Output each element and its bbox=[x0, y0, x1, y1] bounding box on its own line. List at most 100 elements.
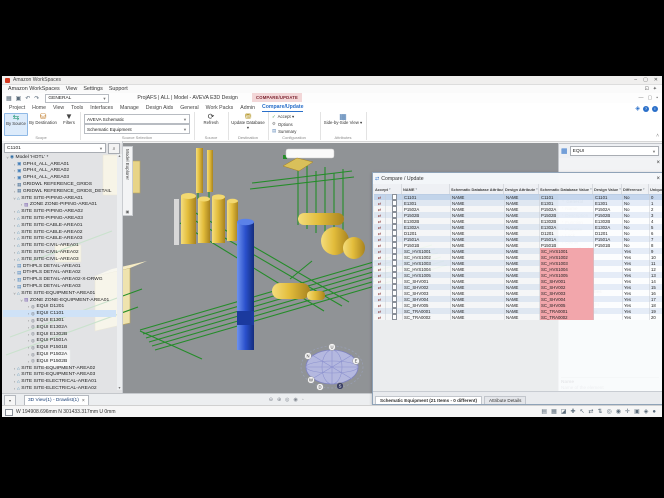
column-header-accept[interactable]: Accept▾ bbox=[374, 184, 402, 194]
workspace-status-icon[interactable]: ✦ bbox=[653, 86, 657, 92]
tree-item-site-site-cable-area01[interactable]: ›⌂SITE SITE-CABLE-AREA01 bbox=[3, 222, 116, 229]
checkbox[interactable] bbox=[392, 272, 398, 278]
tree-item-site-site-cable-area02[interactable]: ›⌂SITE SITE-CABLE-AREA02 bbox=[3, 229, 116, 236]
select-icon[interactable]: ↖ bbox=[579, 409, 584, 415]
tree-item-zone-zone-equipment-area01[interactable]: ˅▨ZONE ZONE-EQUIPMENT-AREA01 bbox=[3, 297, 116, 304]
search-input[interactable]: C1101▼ bbox=[4, 143, 106, 153]
tab-design-aids[interactable]: Design Aids bbox=[146, 105, 173, 112]
checkbox[interactable] bbox=[392, 302, 398, 308]
checkbox[interactable] bbox=[392, 296, 398, 302]
tree-item-equi-p1502a[interactable]: ›◍EQUI P1502A bbox=[3, 351, 116, 358]
tree-item-equi-p1502b[interactable]: ›◍EQUI P1502B bbox=[3, 358, 116, 365]
orbit-icon[interactable]: ⇅ bbox=[598, 409, 603, 415]
view-zoom-controls[interactable]: ⊖ ⊕ ◎ ◉ ◦ bbox=[269, 397, 304, 403]
grid-icon[interactable]: ▦ bbox=[551, 409, 557, 415]
checkbox[interactable] bbox=[392, 242, 398, 248]
profile-combobox[interactable]: GENERAL▼ bbox=[45, 94, 109, 103]
side-by-side-view-button[interactable]: ▦Side-by-Side View ▾ bbox=[323, 113, 363, 134]
menu-item-support[interactable]: Support bbox=[109, 86, 128, 92]
tab-view[interactable]: View bbox=[53, 105, 64, 112]
tree-item-equi-e1302b[interactable]: ›◍EQUI E1302B bbox=[3, 331, 116, 338]
compass-west-handle[interactable]: W bbox=[309, 378, 313, 383]
checkbox[interactable] bbox=[392, 224, 398, 230]
tree-item-site-site-piping-area02[interactable]: ›⌂SITE SITE-PIPING-AREA02 bbox=[3, 208, 116, 215]
tree-item-site-site-electrical-area02[interactable]: ›⌂SITE SITE-ELECTRICAL-AREA02 bbox=[3, 385, 116, 390]
view-tool-icon-5[interactable]: ◦ bbox=[302, 397, 304, 403]
view-tool-icon-4[interactable]: ◉ bbox=[294, 397, 298, 403]
tree-item-zone-zone-piping-area01[interactable]: ›▨ZONE ZONE-PIPING-AREA01 bbox=[3, 202, 116, 209]
filter-icon[interactable]: ▾ bbox=[619, 187, 621, 191]
pin-icon[interactable]: ▣ bbox=[126, 209, 130, 214]
tab-work-packs[interactable]: Work Packs bbox=[206, 105, 234, 112]
view-list-dropdown[interactable]: ▾ bbox=[4, 395, 16, 406]
tree-item-site-site-civil-area03[interactable]: ›⌂SITE SITE-CIVIL-AREA03 bbox=[3, 256, 116, 263]
view-tool-icon-2[interactable]: ⊕ bbox=[277, 397, 281, 403]
tree-item-equi-c1101[interactable]: ›◍EQUI C1101 bbox=[3, 310, 116, 317]
scroll-up-icon[interactable]: ▲ bbox=[118, 154, 121, 158]
compass-down-handle[interactable]: D bbox=[318, 385, 321, 390]
column-header-schematic-database-value[interactable]: Schematic Database Value▾ bbox=[539, 184, 593, 194]
help-icon[interactable]: ? bbox=[643, 106, 649, 112]
tree-item-dthpls-detail-area02-x-drwg[interactable]: ›▥DTHPLS DETAIL-AREA02-X-DRWG bbox=[3, 276, 116, 283]
tree-item-dthpls-detail-area03[interactable]: ›▤DTHPLS DETAIL-AREA03 bbox=[3, 283, 116, 290]
checkbox[interactable] bbox=[392, 230, 398, 236]
tree-item-site-site-electrical-area01[interactable]: ›⌂SITE SITE-ELECTRICAL-AREA01 bbox=[3, 378, 116, 385]
checkbox[interactable] bbox=[392, 290, 398, 296]
tree-item-site-site-equipment-area01[interactable]: ˅⌂SITE SITE-EQUIPMENT-AREA01 bbox=[3, 290, 116, 297]
filter-icon[interactable]: ▾ bbox=[643, 187, 645, 191]
tree-item-gridwl-reference-grids[interactable]: ›▦GRIDWL REFERENCE_GRIDS bbox=[3, 181, 116, 188]
options-button[interactable]: ⚙Options bbox=[272, 121, 293, 127]
maximize-icon[interactable]: ▢ bbox=[643, 77, 648, 83]
checkbox[interactable] bbox=[392, 266, 398, 272]
tree-item-equi-p1501a[interactable]: ›◍EQUI P1501A bbox=[3, 338, 116, 345]
tree-item-site-site-equipment-area03[interactable]: ›⌂SITE SITE-EQUIPMENT-AREA03 bbox=[3, 372, 116, 379]
column-header-design-attribute[interactable]: Design Attribute▾ bbox=[504, 184, 539, 194]
checkbox[interactable] bbox=[392, 212, 398, 218]
view-tool-icon-1[interactable]: ⊖ bbox=[269, 397, 273, 403]
tree-item-equi-e1302a[interactable]: ›◍EQUI E1302A bbox=[3, 324, 116, 331]
look-icon[interactable]: ◎ bbox=[607, 409, 612, 415]
filter-icon[interactable]: ▾ bbox=[536, 187, 538, 191]
frame-icon[interactable]: ▣ bbox=[634, 409, 640, 415]
compass-north-handle[interactable]: N bbox=[306, 354, 309, 359]
floating-toolbar[interactable] bbox=[286, 149, 334, 158]
tree-item-dthpls-detail-area01[interactable]: ›▤DTHPLS DETAIL-AREA01 bbox=[3, 263, 116, 270]
pan-icon[interactable]: ⇄ bbox=[588, 409, 593, 415]
refresh-button[interactable]: ⟳Refresh bbox=[197, 113, 225, 134]
undo-icon[interactable]: ↶ bbox=[25, 96, 30, 102]
scroll-down-icon[interactable]: ▼ bbox=[118, 386, 121, 390]
source-type-combobox[interactable]: AVEVA Schematic▼ bbox=[84, 114, 190, 124]
tree-item-site-site-piping-area03[interactable]: ›⌂SITE SITE-PIPING-AREA03 bbox=[3, 215, 116, 222]
perspective-icon[interactable]: ◈ bbox=[644, 409, 649, 415]
more-icon[interactable]: ▪ bbox=[656, 95, 658, 101]
tree-item-site-site-civil-area02[interactable]: ›⌂SITE SITE-CIVIL-AREA02 bbox=[3, 249, 116, 256]
tab-manage[interactable]: Manage bbox=[120, 105, 139, 112]
tab-interfaces[interactable]: Interfaces bbox=[90, 105, 113, 112]
checkbox[interactable] bbox=[392, 194, 398, 200]
tree-item-model-hotl-[interactable]: ˅◉Model 'HOTL' * bbox=[3, 154, 116, 161]
view-tool-icon-3[interactable]: ◎ bbox=[285, 397, 289, 403]
source-class-combobox[interactable]: Schematic Equipment▼ bbox=[84, 124, 190, 134]
menu-item-view[interactable]: View bbox=[66, 86, 78, 92]
filter-icon[interactable]: ▾ bbox=[389, 187, 391, 191]
centre-icon[interactable]: ◉ bbox=[616, 409, 621, 415]
tree-item-site-site-cable-area03[interactable]: ›⌂SITE SITE-CABLE-AREA03 bbox=[3, 236, 116, 243]
resource-icon[interactable]: ◈ bbox=[635, 105, 640, 112]
drawlist-icon[interactable]: ▤ bbox=[541, 409, 547, 415]
checkbox[interactable] bbox=[392, 254, 398, 260]
accept-button[interactable]: ✓Accept ▾ bbox=[272, 114, 294, 120]
tree-item-site-site-piping-area01[interactable]: ˅⌂SITE SITE-PIPING-AREA01 bbox=[3, 195, 116, 202]
column-header-name[interactable]: NAME▾ bbox=[402, 184, 450, 194]
restore-icon[interactable]: ▢ bbox=[647, 95, 652, 101]
settings-icon[interactable]: ● bbox=[652, 409, 656, 415]
checkbox[interactable] bbox=[392, 308, 398, 314]
compare-tab-schematic-equipment[interactable]: Schematic Equipment (21 Items - 0 differ… bbox=[375, 396, 482, 404]
filters-button[interactable]: ▼Filters bbox=[60, 113, 78, 134]
checkbox[interactable] bbox=[392, 278, 398, 284]
tree-item-gph4-all-area03[interactable]: ›▣GPH4_ALL_AREA03 bbox=[3, 174, 116, 181]
tree-item-equi-p1501b[interactable]: ›◍EQUI P1501B bbox=[3, 344, 116, 351]
checkbox[interactable] bbox=[392, 236, 398, 242]
tree-item-equi-d1201[interactable]: ›◍EQUI D1201 bbox=[3, 304, 116, 311]
by-source-button[interactable]: ⇆By Source bbox=[4, 113, 28, 136]
tab-3d-view[interactable]: 3D View(1) - Drawlist(1) × bbox=[24, 395, 89, 406]
